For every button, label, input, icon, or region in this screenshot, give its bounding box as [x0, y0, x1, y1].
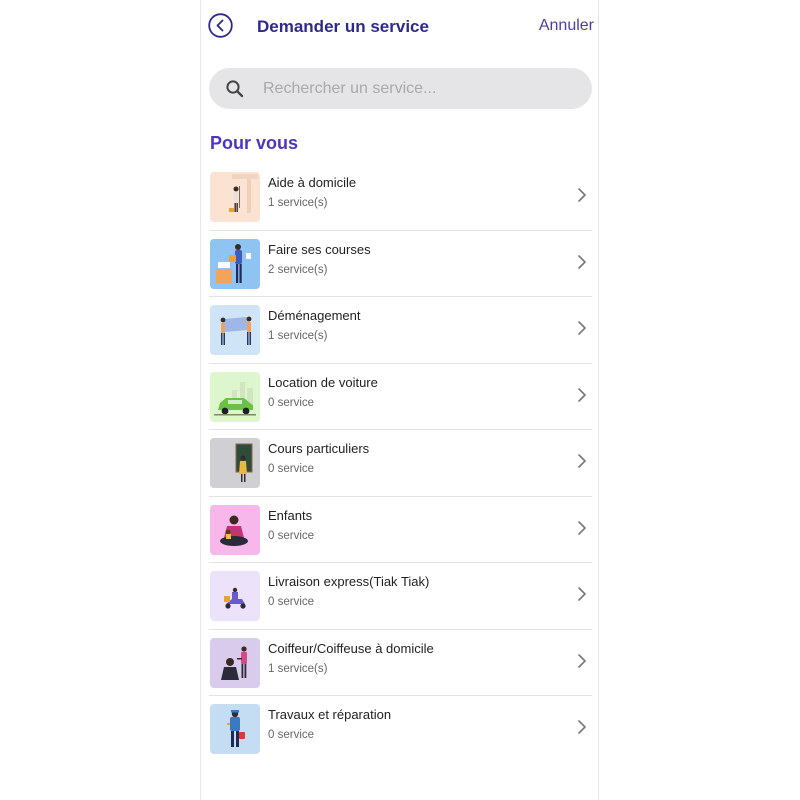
app-screen: Demander un service Annuler Pour vous — [200, 0, 599, 800]
chevron-right-icon — [578, 188, 586, 202]
thumb-location-de-voiture — [210, 371, 260, 422]
search-icon — [226, 80, 244, 98]
service-title: Enfants — [268, 507, 313, 523]
service-title: Cours particuliers — [268, 441, 370, 456]
service-title: Travaux et réparation — [268, 707, 392, 722]
thumb-aide-a-domicile — [210, 172, 260, 222]
cancel-button[interactable]: Annuler — [539, 17, 594, 35]
hairdresser-icon — [210, 637, 260, 688]
chevron-right-icon — [578, 520, 586, 535]
service-item-livraison-express[interactable]: Livraison express(Tiak Tiak) 0 service — [209, 563, 592, 630]
search-input[interactable] — [263, 68, 573, 109]
service-count: 1 service(s) — [268, 330, 328, 342]
service-count: 2 service(s) — [268, 263, 328, 276]
service-title: Coiffeur/Coiffeuse à domicile — [268, 640, 434, 656]
search-bar[interactable] — [209, 68, 592, 109]
movers-icon — [210, 305, 260, 355]
service-item-demenagement[interactable]: Déménagement 1 service(s) — [209, 297, 592, 364]
service-item-cours-particuliers[interactable]: Cours particuliers 0 service — [209, 430, 592, 497]
service-count: 1 service(s) — [268, 662, 328, 675]
service-title: Déménagement — [268, 308, 361, 323]
cleaning-person-icon — [210, 172, 260, 222]
thumb-demenagement — [210, 305, 260, 355]
thumb-coiffeur — [210, 637, 260, 688]
thumb-faire-ses-courses — [210, 238, 260, 289]
thumb-enfants — [210, 504, 260, 555]
chevron-right-icon — [578, 587, 586, 601]
thumb-livraison-express — [210, 571, 260, 621]
service-item-aide-a-domicile[interactable]: Aide à domicile 1 service(s) — [209, 164, 592, 231]
service-item-enfants[interactable]: Enfants 0 service — [209, 497, 592, 563]
service-count: 0 service — [268, 729, 315, 741]
page-title: Demander un service — [257, 17, 429, 36]
chevron-right-icon — [578, 653, 586, 668]
green-car-icon — [210, 371, 260, 422]
chevron-right-icon — [578, 387, 586, 402]
service-title: Aide à domicile — [268, 175, 357, 190]
header: Demander un service Annuler — [201, 0, 598, 54]
teacher-icon — [210, 438, 260, 488]
service-title: Livraison express(Tiak Tiak) — [268, 574, 430, 589]
service-title: Location de voiture — [268, 374, 378, 390]
service-item-faire-ses-courses[interactable]: Faire ses courses 2 service(s) — [209, 231, 592, 297]
scooter-delivery-icon — [210, 571, 260, 621]
back-icon[interactable] — [208, 13, 233, 38]
thumb-cours-particuliers — [210, 438, 260, 488]
shopping-person-icon — [210, 238, 260, 289]
repairman-icon — [210, 704, 260, 754]
service-item-coiffeur[interactable]: Coiffeur/Coiffeuse à domicile 1 service(… — [209, 630, 592, 696]
chevron-right-icon — [578, 720, 586, 734]
service-count: 0 service — [268, 463, 315, 475]
chevron-right-icon — [578, 321, 586, 335]
service-title: Faire ses courses — [268, 241, 371, 257]
chevron-right-icon — [578, 454, 586, 468]
service-item-travaux[interactable]: Travaux et réparation 0 service — [209, 696, 592, 763]
service-count: 0 service — [268, 396, 315, 409]
service-list: Aide à domicile 1 service(s) Faire ses c… — [209, 164, 592, 763]
service-count: 0 service — [268, 596, 315, 608]
service-count: 1 service(s) — [268, 197, 328, 209]
service-count: 0 service — [268, 529, 315, 542]
service-item-location-de-voiture[interactable]: Location de voiture 0 service — [209, 364, 592, 430]
mother-child-icon — [210, 504, 260, 555]
thumb-travaux — [210, 704, 260, 754]
section-title: Pour vous — [210, 133, 299, 153]
chevron-right-icon — [578, 254, 586, 269]
